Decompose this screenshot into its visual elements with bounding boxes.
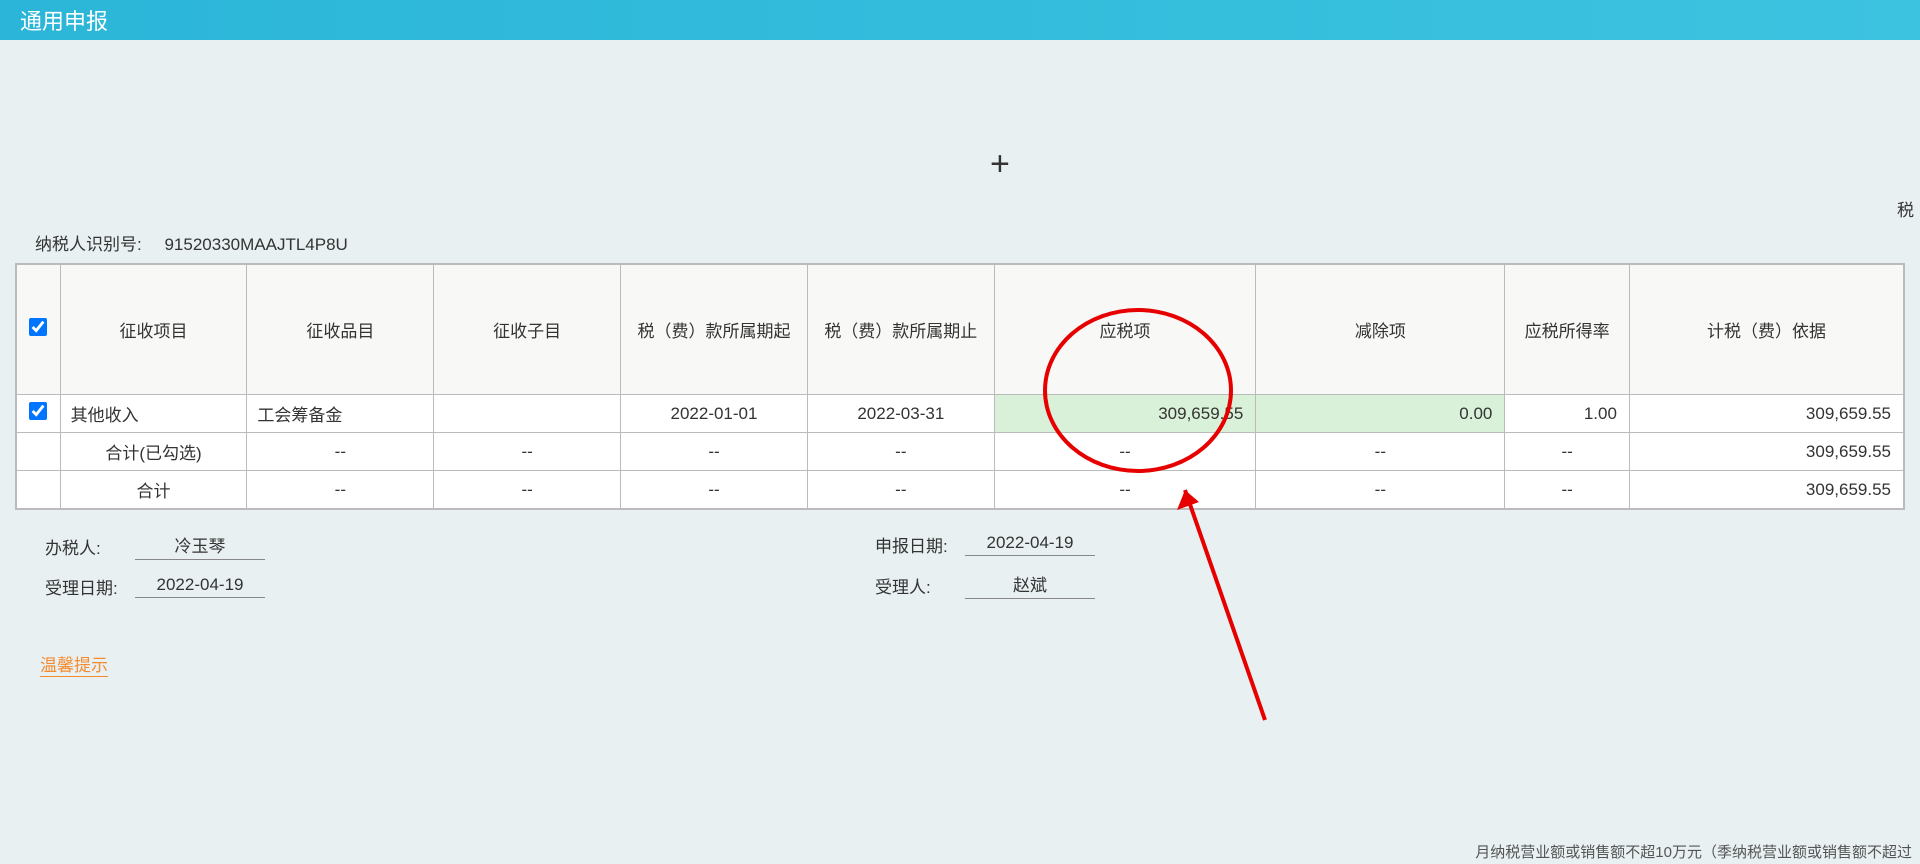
header-basis: 计税（费）依据: [1629, 265, 1903, 395]
cell-sub: --: [434, 433, 621, 471]
row-checkbox[interactable]: [29, 402, 47, 420]
cell-start: 2022-01-01: [621, 395, 808, 433]
cell-end: --: [807, 471, 994, 509]
cell-start: --: [621, 471, 808, 509]
content-area: + 税 纳税人识别号: 91520330MAAJTL4P8U 征收项目 征收品目…: [0, 40, 1920, 677]
cell-prod: --: [247, 433, 434, 471]
header-ded: 减除项: [1256, 265, 1505, 395]
tax-table: 征收项目 征收品目 征收子目 税（费）款所属期起 税（费）款所属期止 应税项 减…: [15, 263, 1905, 510]
cell-basis: 309,659.55: [1629, 433, 1903, 471]
cell-tax: --: [994, 433, 1256, 471]
bottom-cutoff-text: 月纳税营业额或销售额不超10万元（季纳税营业额或销售额不超过: [1475, 841, 1912, 862]
cell-start: --: [621, 433, 808, 471]
footer-left: 办税人: 冷玉琴 受理日期: 2022-04-19: [15, 532, 845, 613]
accept-date-row: 受理日期: 2022-04-19: [45, 574, 845, 599]
footer-fields: 办税人: 冷玉琴 受理日期: 2022-04-19 申报日期: 2022-04-…: [15, 532, 1905, 613]
cell-sub: [434, 395, 621, 433]
cell-rate: --: [1505, 471, 1630, 509]
row-checkbox-cell: [17, 433, 61, 471]
header-item: 征收项目: [60, 265, 247, 395]
acceptor-value[interactable]: 赵斌: [965, 571, 1095, 599]
table-row: 其他收入 工会筹备金 2022-01-01 2022-03-31 309,659…: [17, 395, 1904, 433]
header-prod: 征收品目: [247, 265, 434, 395]
handler-row: 办税人: 冷玉琴: [45, 532, 845, 560]
cell-prod: 工会筹备金: [247, 395, 434, 433]
cell-end: --: [807, 433, 994, 471]
taxpayer-id-value: 91520330MAAJTL4P8U: [164, 235, 347, 255]
row-checkbox-cell: [17, 471, 61, 509]
header-start: 税（费）款所属期起: [621, 265, 808, 395]
cell-ded: --: [1256, 433, 1505, 471]
cell-sub: --: [434, 471, 621, 509]
cell-end: 2022-03-31: [807, 395, 994, 433]
select-all-checkbox[interactable]: [29, 318, 47, 336]
declare-date-row: 申报日期: 2022-04-19: [875, 532, 1905, 557]
cell-ded: --: [1256, 471, 1505, 509]
cell-prod: --: [247, 471, 434, 509]
header-sub: 征收子目: [434, 265, 621, 395]
header-rate: 应税所得率: [1505, 265, 1630, 395]
cell-item: 其他收入: [60, 395, 247, 433]
table-row: 合计(已勾选) -- -- -- -- -- -- -- 309,659.55: [17, 433, 1904, 471]
table-header-row: 征收项目 征收品目 征收子目 税（费）款所属期起 税（费）款所属期止 应税项 减…: [17, 265, 1904, 395]
table-row: 合计 -- -- -- -- -- -- -- 309,659.55: [17, 471, 1904, 509]
cell-basis: 309,659.55: [1629, 395, 1903, 433]
declare-date-label: 申报日期:: [875, 532, 965, 557]
cell-tax[interactable]: 309,659.55: [994, 395, 1256, 433]
header-tax: 应税项: [994, 265, 1256, 395]
cell-rate: 1.00: [1505, 395, 1630, 433]
acceptor-label: 受理人:: [875, 573, 965, 598]
footer-right: 申报日期: 2022-04-19 受理人: 赵斌: [845, 532, 1905, 613]
cell-rate: --: [1505, 433, 1630, 471]
accept-date-value[interactable]: 2022-04-19: [135, 575, 265, 598]
header-end: 税（费）款所属期止: [807, 265, 994, 395]
right-cutoff-label: 税: [1897, 196, 1914, 221]
acceptor-row: 受理人: 赵斌: [875, 571, 1905, 599]
accept-date-label: 受理日期:: [45, 574, 135, 599]
app-header: 通用申报: [0, 0, 1920, 40]
cell-item: 合计: [60, 471, 247, 509]
cell-basis: 309,659.55: [1629, 471, 1903, 509]
taxpayer-id-row: 纳税人识别号: 91520330MAAJTL4P8U: [15, 60, 1905, 263]
header-checkbox-cell[interactable]: [17, 265, 61, 395]
declare-date-value[interactable]: 2022-04-19: [965, 533, 1095, 556]
taxpayer-id-label: 纳税人识别号:: [35, 230, 142, 255]
row-checkbox-cell[interactable]: [17, 395, 61, 433]
handler-value[interactable]: 冷玉琴: [135, 532, 265, 560]
handler-label: 办税人:: [45, 534, 135, 559]
cell-ded[interactable]: 0.00: [1256, 395, 1505, 433]
header-title: 通用申报: [20, 4, 108, 36]
warm-tip-link[interactable]: 温馨提示: [40, 651, 108, 677]
cell-tax: --: [994, 471, 1256, 509]
cell-item: 合计(已勾选): [60, 433, 247, 471]
